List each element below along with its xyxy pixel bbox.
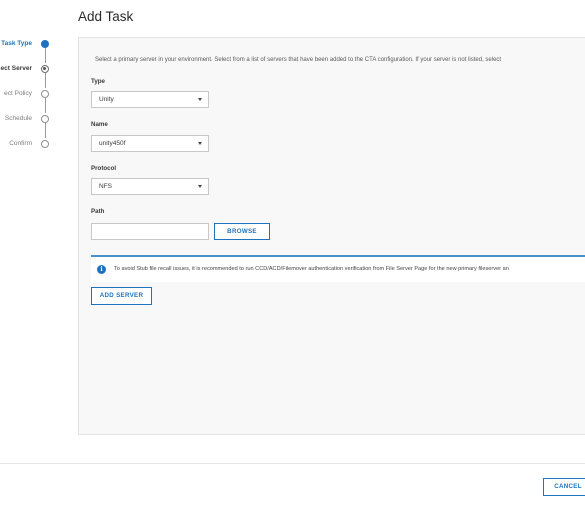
step-connector — [44, 48, 46, 63]
name-select[interactable]: unity450f — [91, 135, 209, 152]
type-label: Type — [91, 78, 105, 85]
info-icon: i — [97, 265, 106, 274]
chevron-down-icon — [198, 142, 202, 145]
form-panel: Select a primary server in your environm… — [78, 37, 585, 435]
path-label: Path — [91, 208, 105, 215]
step-connector — [44, 98, 46, 113]
step-confirm[interactable]: Confirm — [0, 138, 60, 150]
type-select[interactable]: Unity — [91, 91, 209, 108]
chevron-down-icon — [198, 98, 202, 101]
step-task-type[interactable]: Task Type — [0, 38, 60, 50]
step-pending-indicator — [41, 115, 49, 123]
step-select-policy[interactable]: ect Policy — [0, 88, 60, 100]
step-select-server[interactable]: ect Server — [0, 63, 60, 75]
type-value: Unity — [99, 96, 114, 103]
intro-text: Select a primary server in your environm… — [95, 57, 502, 63]
chevron-down-icon — [198, 185, 202, 188]
footer-divider — [0, 463, 585, 464]
step-done-indicator — [41, 40, 49, 48]
add-server-button[interactable]: ADD SERVER — [91, 287, 152, 305]
step-label: Confirm — [9, 140, 32, 147]
step-pending-indicator — [41, 140, 49, 148]
add-task-dialog: Add Task Task Type ect Server ect Policy… — [0, 0, 585, 508]
step-pending-indicator — [41, 90, 49, 98]
step-label: ect Server — [0, 65, 32, 72]
notice-text: To avoid Stub file recall issues, it is … — [114, 266, 509, 272]
path-input[interactable] — [91, 223, 209, 240]
protocol-value: NFS — [99, 183, 112, 190]
step-schedule[interactable]: Schedule — [0, 113, 60, 125]
name-value: unity450f — [99, 140, 126, 147]
protocol-label: Protocol — [91, 165, 117, 172]
name-label: Name — [91, 121, 108, 128]
step-current-indicator — [41, 65, 49, 73]
dialog-title: Add Task — [78, 9, 134, 24]
step-label: Schedule — [4, 115, 32, 122]
step-connector — [44, 73, 46, 88]
wizard-steps: Task Type ect Server ect Policy Schedule… — [0, 38, 60, 158]
step-label: ect Policy — [4, 90, 32, 97]
info-notice: i To avoid Stub file recall issues, it i… — [91, 255, 585, 282]
browse-button[interactable]: BROWSE — [214, 223, 270, 240]
step-label: Task Type — [1, 40, 32, 47]
cancel-button[interactable]: CANCEL — [543, 478, 585, 496]
protocol-select[interactable]: NFS — [91, 178, 209, 195]
step-connector — [44, 123, 46, 138]
